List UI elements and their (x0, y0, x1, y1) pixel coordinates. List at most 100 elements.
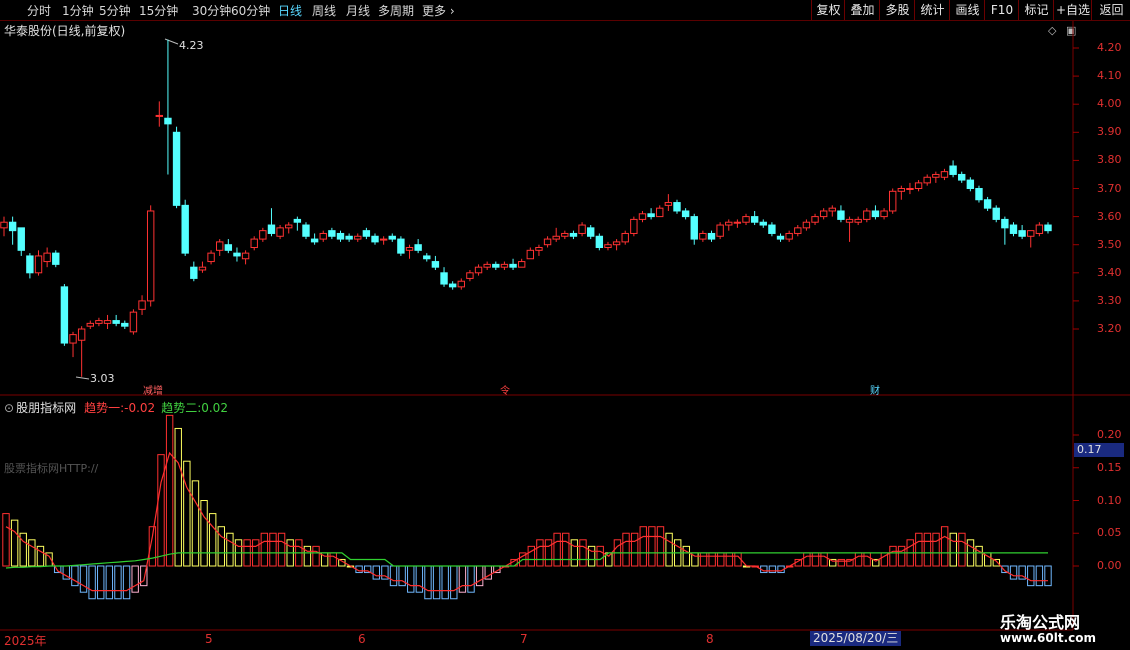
trend1-bar (329, 552, 337, 567)
trend1-bar (811, 552, 820, 567)
indicator-tick-4: 0.00 (1097, 559, 1122, 572)
trend1-value: -0.02 (124, 401, 156, 415)
candle-body (431, 261, 440, 268)
event-mark-order[interactable]: 令 (500, 382, 510, 397)
candle-body (388, 235, 396, 240)
candle-body (112, 320, 120, 324)
trend1-bar (562, 532, 570, 567)
indicator-name: 股朋指标网 (16, 401, 77, 415)
candle-body (310, 238, 319, 243)
candle-body (638, 213, 647, 220)
event-mark-reduction[interactable]: 减增 (143, 382, 163, 397)
candle-body (233, 252, 241, 257)
candle-body (733, 221, 742, 224)
candle-body (172, 131, 181, 206)
indicator-header: ⊙ 股朋指标网 趋势一:-0.02 趋势二:0.02 (4, 399, 228, 416)
trend1-bar (79, 565, 88, 593)
candle-body (69, 334, 77, 344)
candle-body (569, 232, 578, 237)
trend1-bar (579, 539, 587, 567)
candle-body (328, 230, 336, 237)
trend1-bar (398, 565, 406, 587)
candle-body (707, 232, 716, 240)
candle-body (129, 311, 138, 333)
candle-body (500, 263, 509, 268)
site-logo-title: 乐淘公式网 (1000, 613, 1081, 632)
trend1-bar (949, 532, 957, 567)
candle-body (863, 210, 871, 220)
date-month-8: 8 (706, 632, 714, 646)
trend1-bar (165, 414, 174, 567)
trend1-bar (467, 565, 475, 593)
trend2-label: 趋势二: (161, 401, 202, 415)
candle-body (397, 238, 405, 254)
trend1-bar (975, 545, 983, 567)
candle-body (1018, 230, 1026, 237)
trend1-bar (854, 552, 863, 567)
trend1-bar (208, 513, 217, 567)
candle-body (293, 218, 302, 223)
trend1-bar (131, 565, 139, 593)
trend1-bar (114, 565, 122, 600)
candle-body (647, 213, 655, 218)
trend1-bar (226, 532, 234, 567)
price-tick-9: 3.30 (1097, 293, 1122, 307)
candle-body (1009, 224, 1018, 234)
trend1-bar (475, 565, 484, 587)
trend1-bar (639, 526, 647, 567)
trend1-bar (682, 545, 691, 567)
price-tick-10: 3.20 (1097, 322, 1122, 335)
candle-body (949, 165, 957, 175)
high-price-label: 4.23 (179, 39, 204, 52)
event-mark-finance[interactable]: 财 (870, 382, 880, 397)
trend1-bar (570, 539, 579, 567)
candle-body (932, 173, 940, 178)
trend1-bar (97, 565, 105, 600)
trend1-bars (2, 414, 1052, 600)
price-tick-6: 3.60 (1097, 209, 1122, 223)
trend1-bar (923, 532, 932, 567)
site-logo-url: www.60lt.com (1000, 631, 1097, 645)
candle-body (1044, 224, 1052, 232)
indicator-watermark: 股票指标网HTTP:// (4, 462, 99, 475)
price-axis-ticks (1073, 47, 1079, 567)
trend1-bar (837, 558, 846, 567)
candle-body (414, 244, 422, 251)
candle-body (181, 204, 189, 254)
low-price-label: 3.03 (90, 372, 115, 385)
date-month-6: 6 (358, 632, 366, 646)
candle-body (819, 210, 828, 218)
candle-body (457, 280, 465, 288)
price-tick-3: 3.90 (1097, 125, 1122, 139)
candle-body (958, 173, 966, 181)
candle-body (26, 255, 34, 274)
trend1-label: 趋势一: (84, 401, 125, 415)
indicator-tick-0: 0.20 (1097, 428, 1122, 441)
candle-body (656, 207, 664, 218)
indicator-toggle-icon[interactable]: ⊙ (4, 401, 14, 415)
trend1-bar (269, 532, 277, 567)
chart-canvas[interactable] (0, 0, 1130, 650)
trend1-bar (174, 427, 182, 567)
trend1-bar (28, 539, 36, 567)
trend1-bar (441, 565, 449, 600)
candle-body (906, 188, 914, 190)
candle-body (776, 235, 785, 240)
trend1-bar (648, 526, 656, 567)
candle-body (121, 322, 129, 327)
candle-body (155, 114, 164, 117)
candle-body (630, 218, 638, 234)
candle-body (405, 247, 414, 251)
candle-body (811, 216, 819, 223)
price-tick-8: 3.40 (1097, 265, 1122, 279)
price-tick-5: 3.70 (1097, 181, 1122, 195)
candle-body (914, 182, 923, 190)
candle-body (224, 244, 233, 251)
candle-body (595, 235, 604, 249)
price-tick-1: 4.10 (1097, 69, 1122, 83)
candle-body (940, 171, 949, 178)
candle-body (690, 216, 698, 240)
cursor-date: 2025/08/20/三 (810, 631, 902, 646)
candle-body (768, 224, 776, 234)
trend1-bar (622, 532, 630, 567)
